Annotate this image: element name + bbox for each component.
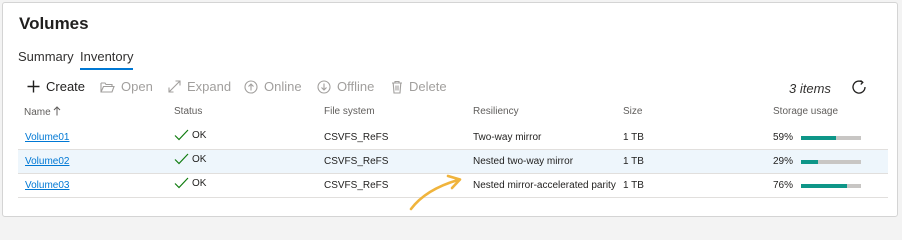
toolbar: Create Open Expand Online Offline Delete… bbox=[3, 79, 897, 101]
volume-name-link[interactable]: Volume02 bbox=[25, 156, 69, 167]
status-label: OK bbox=[192, 153, 207, 165]
status-cell: OK bbox=[174, 177, 206, 189]
folder-open-icon bbox=[100, 81, 115, 93]
usage-cell: 29% bbox=[773, 156, 861, 167]
usage-bar bbox=[801, 135, 861, 140]
trash-icon bbox=[392, 80, 402, 94]
filesystem-cell: CSVFS_ReFS bbox=[324, 156, 389, 167]
create-label: Create bbox=[46, 79, 86, 94]
usage-bar bbox=[801, 159, 861, 164]
arrow-up-circle-icon bbox=[244, 79, 258, 94]
size-cell: 1 TB bbox=[623, 180, 644, 191]
delete-button[interactable]: Delete bbox=[391, 79, 447, 94]
size-cell: 1 TB bbox=[623, 132, 644, 143]
usage-bar-fill bbox=[801, 159, 819, 164]
expand-label: Expand bbox=[187, 79, 232, 94]
column-header-size[interactable]: Size bbox=[623, 106, 642, 117]
table-row[interactable]: Volume01 OK CSVFS_ReFS Two-way mirror 1 TB 59… bbox=[18, 126, 888, 150]
expand-icon bbox=[168, 80, 181, 93]
online-button[interactable]: Online bbox=[244, 79, 302, 94]
column-name-label: Name bbox=[24, 107, 51, 118]
sort-ascending-icon bbox=[54, 106, 61, 116]
column-header-name[interactable]: Name bbox=[24, 106, 61, 118]
volumes-panel: Volumes Summary Inventory Create Open Ex… bbox=[2, 2, 898, 217]
column-header-filesystem[interactable]: File system bbox=[324, 106, 375, 117]
offline-button[interactable]: Offline bbox=[317, 79, 374, 94]
checkmark-icon bbox=[174, 177, 189, 189]
filesystem-cell: CSVFS_ReFS bbox=[324, 132, 389, 143]
plus-icon bbox=[27, 80, 40, 93]
status-label: OK bbox=[192, 177, 207, 189]
status-cell: OK bbox=[174, 129, 206, 141]
status-label: OK bbox=[192, 129, 207, 141]
column-header-resiliency[interactable]: Resiliency bbox=[473, 106, 519, 117]
column-header-usage[interactable]: Storage usage bbox=[773, 106, 838, 117]
page-title: Volumes bbox=[19, 14, 89, 33]
usage-cell: 76% bbox=[773, 180, 861, 191]
usage-percent: 59% bbox=[773, 132, 794, 143]
create-button[interactable]: Create bbox=[27, 79, 85, 94]
delete-label: Delete bbox=[409, 79, 447, 94]
checkmark-icon bbox=[174, 129, 189, 141]
expand-button[interactable]: Expand bbox=[168, 79, 231, 94]
filesystem-cell: CSVFS_ReFS bbox=[324, 180, 389, 191]
offline-label: Offline bbox=[337, 79, 375, 94]
resiliency-cell: Nested mirror-accelerated parity bbox=[473, 180, 616, 191]
volume-name-link[interactable]: Volume03 bbox=[25, 180, 69, 191]
size-cell: 1 TB bbox=[623, 156, 644, 167]
usage-percent: 76% bbox=[773, 180, 794, 191]
usage-bar-fill bbox=[801, 183, 847, 188]
refresh-icon bbox=[852, 79, 866, 94]
open-label: Open bbox=[121, 79, 153, 94]
usage-percent: 29% bbox=[773, 156, 794, 167]
resiliency-cell: Nested two-way mirror bbox=[473, 156, 574, 167]
volume-name-link[interactable]: Volume01 bbox=[25, 132, 69, 143]
checkmark-icon bbox=[174, 153, 189, 165]
items-count: 3 items bbox=[789, 81, 831, 96]
tab-inventory[interactable]: Inventory bbox=[80, 49, 134, 70]
status-cell: OK bbox=[174, 153, 206, 165]
usage-bar-fill bbox=[801, 135, 837, 140]
usage-cell: 59% bbox=[773, 132, 861, 143]
refresh-button[interactable] bbox=[851, 79, 867, 98]
resiliency-cell: Two-way mirror bbox=[473, 132, 542, 143]
arrow-down-circle-icon bbox=[317, 79, 331, 94]
usage-bar bbox=[801, 183, 861, 188]
online-label: Online bbox=[264, 79, 302, 94]
annotation-arrow bbox=[409, 174, 462, 211]
tab-summary[interactable]: Summary bbox=[18, 49, 74, 64]
column-header-status[interactable]: Status bbox=[174, 106, 202, 117]
table-header: Name Status File system Resiliency Size … bbox=[3, 106, 897, 126]
open-button[interactable]: Open bbox=[100, 79, 153, 94]
